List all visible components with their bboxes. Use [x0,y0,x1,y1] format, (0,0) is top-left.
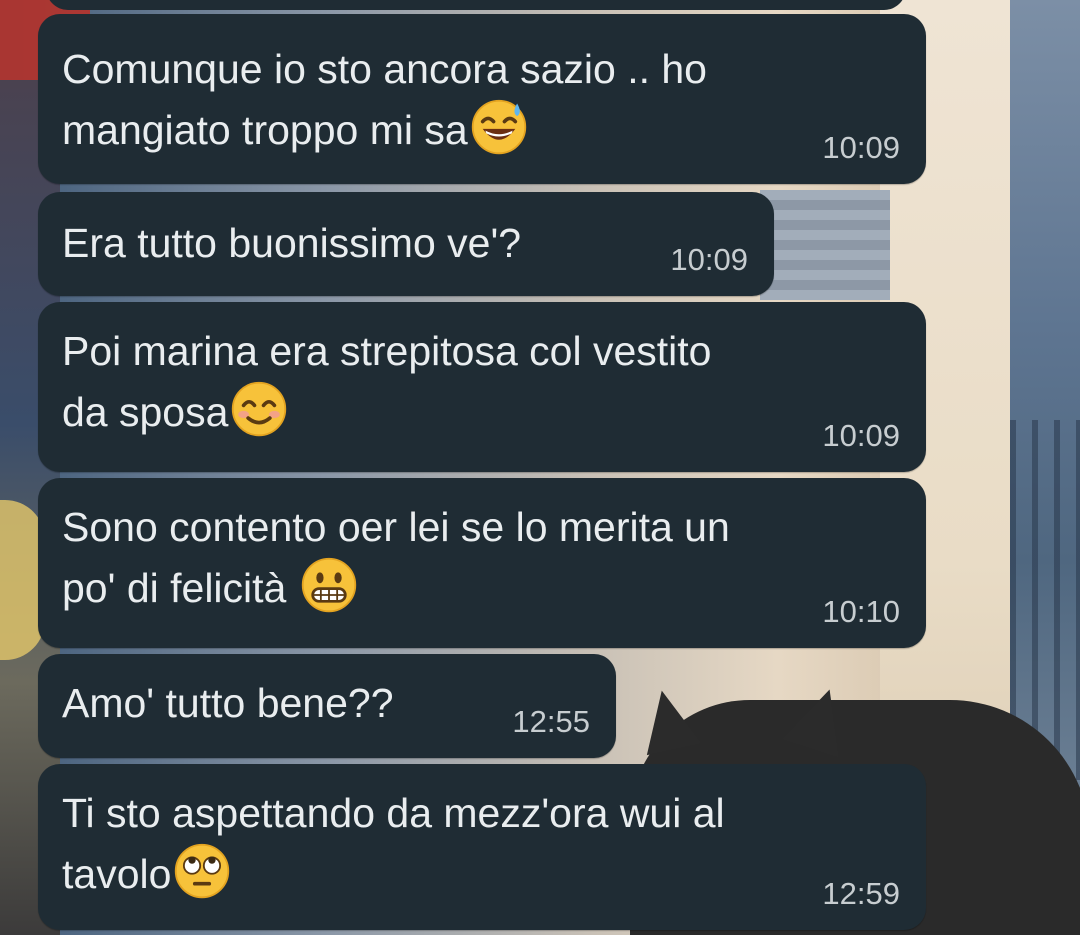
message-text: Sono contento oer lei se lo merita un po… [62,498,730,617]
message-time: 10:09 [822,418,900,453]
message-time: 12:55 [512,704,590,739]
message-time: 10:09 [670,242,748,277]
message-time: 10:10 [822,594,900,629]
message-text: Era tutto buonissimo ve'? [62,220,522,266]
message-text: Comunque io sto ancora sazio .. ho mangi… [62,40,707,159]
previous-message-bubble[interactable] [46,0,906,10]
message-text: Poi marina era strepitosa col vestito da… [62,322,711,441]
message-time: 12:59 [822,876,900,911]
message-bubble[interactable]: Comunque io sto ancora sazio .. ho mangi… [38,14,926,184]
grimacing-emoji [301,557,356,613]
message-bubble[interactable]: Sono contento oer lei se lo merita un po… [38,478,926,648]
message-bubble[interactable]: Era tutto buonissimo ve'? 10:09 [38,192,774,296]
message-list[interactable]: Comunque io sto ancora sazio .. ho mangi… [0,0,1080,935]
message-bubble[interactable]: Poi marina era strepitosa col vestito da… [38,302,926,472]
message-time: 10:09 [822,130,900,165]
eye-roll-emoji [175,843,230,899]
message-bubble[interactable]: Amo' tutto bene?? 12:55 [38,654,616,758]
grinning-sweat-emoji [471,99,526,155]
message-text: Ti sto aspettando da mezz'ora wui al tav… [62,784,725,903]
message-bubble[interactable]: Ti sto aspettando da mezz'ora wui al tav… [38,764,926,930]
smiling-eyes-emoji [232,381,287,437]
message-text: Amo' tutto bene?? [62,680,394,726]
